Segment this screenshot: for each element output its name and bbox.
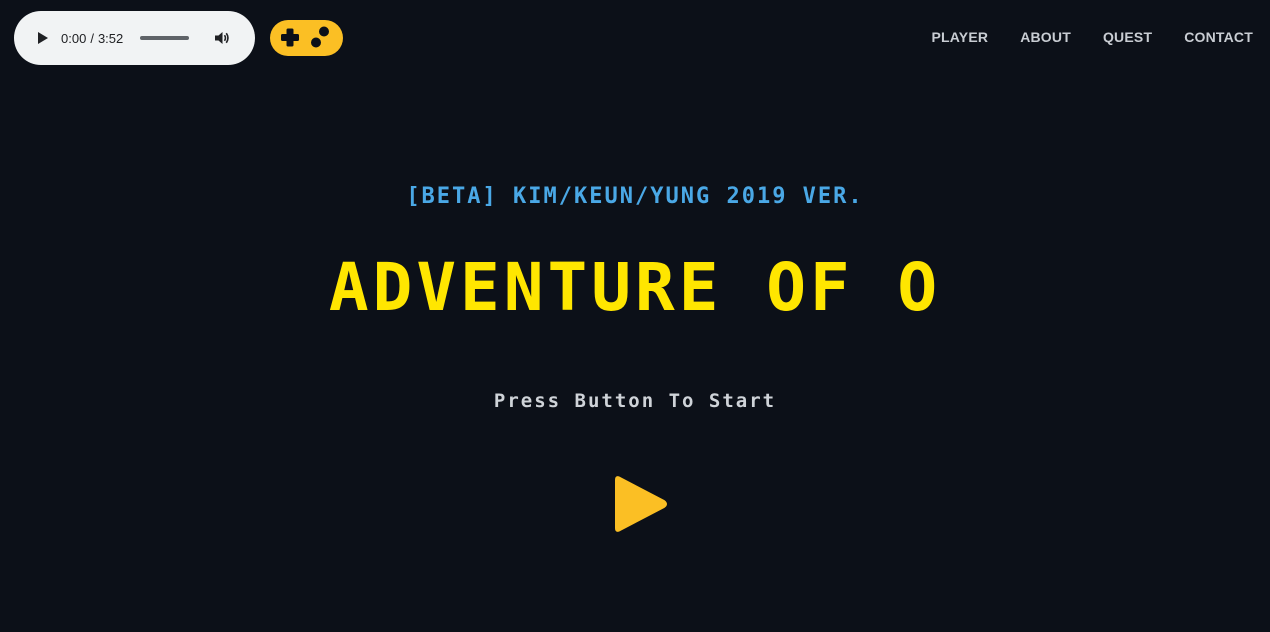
nav-item-player[interactable]: PLAYER	[931, 29, 988, 45]
page: 0:00/3:52 PLAYER ABOUT QUEST CONTACT [BE…	[0, 0, 1270, 632]
play-triangle-icon	[615, 476, 667, 532]
start-button[interactable]	[612, 472, 672, 536]
main-nav: PLAYER ABOUT QUEST CONTACT	[899, 29, 1253, 45]
volume-icon[interactable]	[212, 28, 232, 48]
audio-duration: 3:52	[97, 30, 124, 46]
audio-player: 0:00/3:52	[14, 11, 255, 65]
hero-title: ADVENTURE OF O	[328, 249, 942, 326]
audio-time-separator: /	[90, 30, 94, 46]
nav-item-quest[interactable]: QUEST	[1103, 29, 1152, 45]
play-icon[interactable]	[36, 31, 50, 45]
hero-subtitle: [BETA] KIM/KEUN/YUNG 2019 VER.	[406, 184, 864, 209]
nav-item-about[interactable]: ABOUT	[1020, 29, 1071, 45]
audio-current-time: 0:00	[61, 30, 87, 46]
nav-item-contact[interactable]: CONTACT	[1184, 29, 1253, 45]
audio-progress-slider[interactable]	[140, 36, 190, 40]
audio-time-display: 0:00/3:52	[61, 31, 123, 46]
gamepad-icon[interactable]	[269, 19, 344, 57]
start-prompt: Press Button To Start	[493, 390, 777, 412]
